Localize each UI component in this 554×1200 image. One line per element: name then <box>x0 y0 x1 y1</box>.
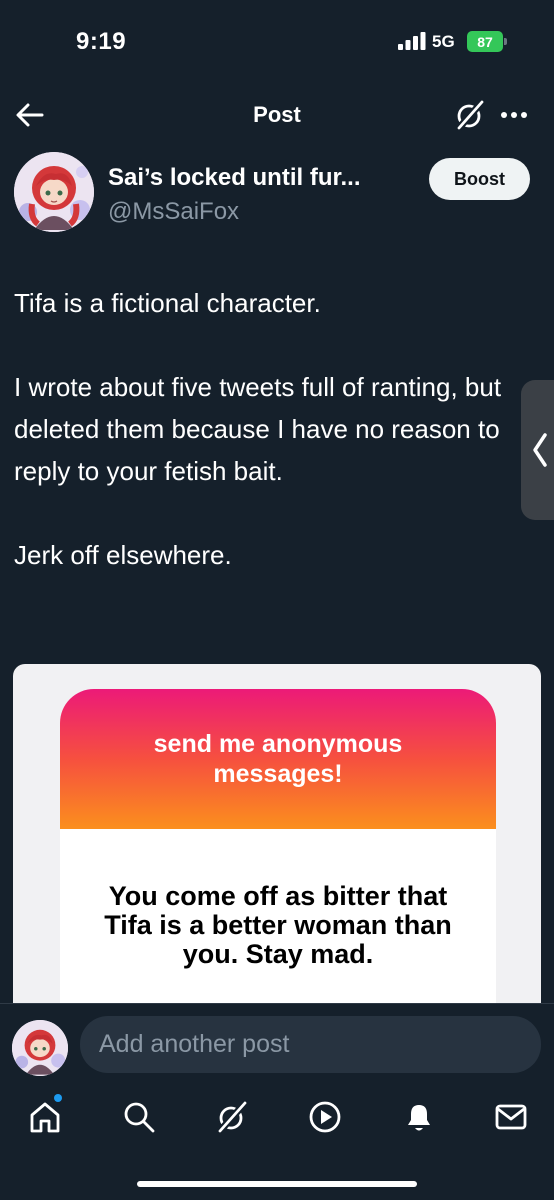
card-header: send me anonymous messages! <box>60 689 496 829</box>
post-media-image[interactable]: send me anonymous messages! You come off… <box>13 664 541 1004</box>
network-label: 5G <box>432 32 455 51</box>
battery-icon: 87 <box>467 31 509 52</box>
anonymous-message-card: send me anonymous messages! You come off… <box>60 689 496 1004</box>
search-icon[interactable] <box>122 1100 156 1134</box>
author-handle[interactable]: @MsSaiFox <box>108 198 239 226</box>
avatar <box>12 1020 68 1076</box>
grok-icon[interactable] <box>215 1100 249 1134</box>
home-notification-dot <box>54 1094 62 1102</box>
status-time: 9:19 <box>76 28 127 55</box>
post-paragraph: Tifa is a fictional character. <box>14 288 321 318</box>
author-row: Sai’s locked until fur... @MsSaiFox Boos… <box>0 150 554 240</box>
notifications-icon[interactable] <box>402 1100 436 1134</box>
video-icon[interactable] <box>308 1100 342 1134</box>
author-display-name[interactable]: Sai’s locked until fur... <box>108 164 361 192</box>
battery-level: 87 <box>467 31 503 52</box>
boost-button[interactable]: Boost <box>429 158 530 200</box>
status-bar: 9:19 5G 87 <box>0 0 554 80</box>
grok-icon[interactable] <box>454 99 486 131</box>
add-post-input[interactable]: Add another post <box>80 1016 541 1073</box>
side-panel-handle[interactable] <box>521 380 554 520</box>
signal-icon <box>398 32 426 50</box>
avatar-illustration <box>14 152 94 232</box>
reply-compose-bar: Add another post <box>0 1003 554 1078</box>
avatar-illustration <box>12 1020 68 1076</box>
home-icon[interactable] <box>28 1100 62 1134</box>
chevron-left-icon <box>533 433 547 467</box>
post-paragraph: Jerk off elsewhere. <box>14 540 232 570</box>
post-header: Post <box>0 90 554 140</box>
more-options-icon[interactable] <box>498 99 530 131</box>
bottom-navigation <box>0 1090 554 1150</box>
avatar[interactable] <box>14 152 94 232</box>
card-message: You come off as bitter that Tifa is a be… <box>104 881 452 969</box>
post-body: Tifa is a fictional character. I wrote a… <box>14 282 514 576</box>
post-paragraph: I wrote about five tweets full of rantin… <box>14 372 502 486</box>
messages-icon[interactable] <box>494 1100 528 1134</box>
home-indicator <box>137 1181 417 1187</box>
